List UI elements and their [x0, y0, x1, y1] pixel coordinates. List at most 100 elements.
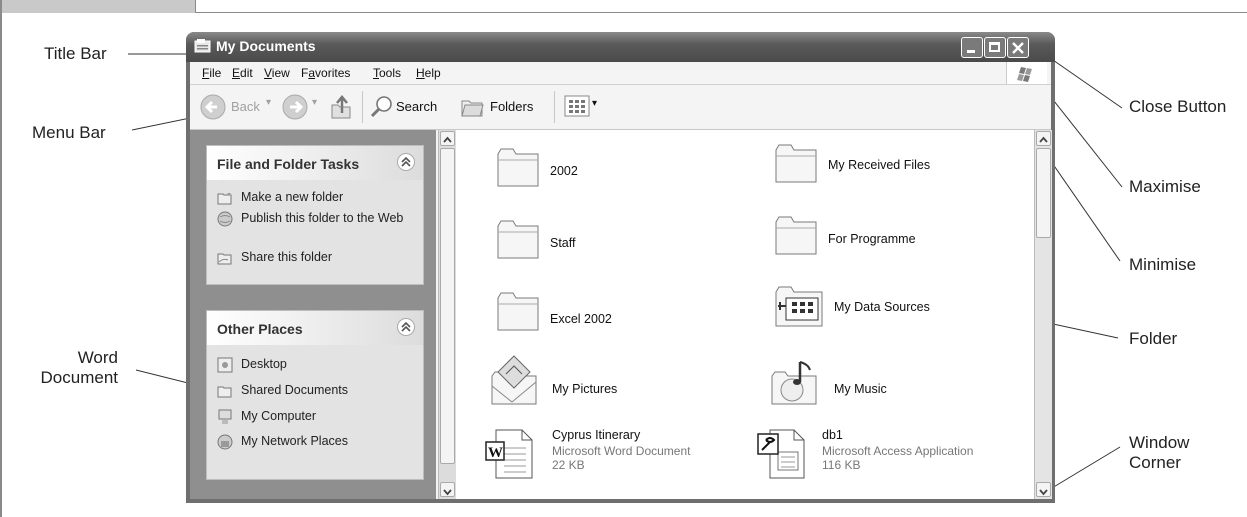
file-item-folder[interactable]: Staff: [494, 216, 694, 266]
folders-button[interactable]: Folders: [460, 93, 550, 121]
callout-window-corner-line1: Window: [1129, 433, 1190, 452]
task-share-folder-label: Share this folder: [241, 250, 333, 264]
place-shared-documents-label: Shared Documents: [241, 383, 349, 397]
file-list: 2002 My Received Files Staff For Program…: [456, 130, 1034, 499]
menu-tools-label: ools: [379, 66, 402, 80]
network-icon: [217, 434, 233, 450]
menu-tools[interactable]: Tools: [373, 66, 401, 80]
chevron-down-icon: [443, 489, 452, 496]
word-document-icon: W: [485, 429, 533, 479]
file-item-folder[interactable]: My Received Files: [772, 140, 1012, 190]
menu-favorites-label: vorites: [315, 66, 351, 80]
folder-icon: [775, 216, 817, 255]
windows-logo: [1006, 62, 1047, 84]
folder-window-icon: [194, 39, 211, 53]
file-list-scroll-up[interactable]: [1036, 131, 1051, 146]
menu-edit[interactable]: Edit: [232, 66, 253, 80]
callout-title-bar: Title Bar: [44, 44, 107, 63]
menu-help-label: elp: [424, 66, 441, 80]
menu-help[interactable]: Help: [416, 66, 441, 80]
file-name: Excel 2002: [550, 312, 612, 326]
views-button[interactable]: ▾: [564, 95, 604, 119]
views-dropdown-icon: ▾: [592, 98, 598, 109]
collapse-other-places-button[interactable]: [397, 318, 415, 336]
title-bar[interactable]: My Documents: [186, 32, 1055, 62]
close-button[interactable]: [1007, 37, 1029, 58]
task-pane-scrollbar[interactable]: [438, 130, 456, 499]
file-item-access-database[interactable]: db1 Microsoft Access Application 116 KB: [756, 426, 1026, 486]
up-folder-icon[interactable]: [328, 93, 354, 121]
file-item-pictures[interactable]: My Pictures: [486, 352, 696, 412]
file-name: My Data Sources: [834, 300, 930, 314]
file-item-folder[interactable]: 2002: [494, 144, 694, 194]
menu-view-access-key: V: [264, 66, 272, 80]
other-places-header[interactable]: Other Places: [207, 311, 423, 345]
menu-view-label: iew: [271, 66, 290, 80]
callout-close-button: Close Button: [1129, 97, 1227, 116]
callout-word-document: Word Document: [38, 348, 118, 388]
desktop-icon: [217, 357, 233, 373]
file-type: Microsoft Access Application: [822, 444, 974, 458]
file-item-folder[interactable]: Excel 2002: [494, 288, 694, 338]
computer-icon: [218, 409, 232, 424]
file-folder-tasks-header[interactable]: File and Folder Tasks: [207, 146, 423, 180]
file-name: Cyprus Itinerary: [552, 428, 641, 442]
file-name: db1: [822, 428, 843, 442]
close-icon: [1012, 42, 1024, 54]
menu-file[interactable]: File: [202, 66, 221, 80]
folder-icon: [497, 220, 539, 259]
task-pane-scroll-thumb[interactable]: [440, 148, 455, 464]
search-label: Search: [396, 99, 438, 114]
task-make-new-folder-label: Make a new folder: [241, 190, 344, 204]
leader-window-corner: [1051, 446, 1121, 489]
file-item-word-document[interactable]: W Cyprus Itinerary Microsoft Word Docume…: [484, 426, 744, 486]
minimize-button[interactable]: [961, 37, 983, 58]
file-name: For Programme: [828, 232, 916, 246]
menu-bar: File Edit View Favorites Tools Help: [190, 62, 1051, 85]
back-button[interactable]: Back ▾: [200, 93, 280, 121]
file-item-folder[interactable]: For Programme: [772, 212, 1012, 262]
collapse-file-folder-tasks-button[interactable]: [397, 153, 415, 171]
menu-view[interactable]: View: [264, 66, 290, 80]
file-name: My Pictures: [552, 382, 618, 396]
file-name: 2002: [550, 164, 578, 178]
file-type: Microsoft Word Document: [552, 444, 691, 458]
window-client: File Edit View Favorites Tools Help Back…: [190, 62, 1052, 499]
forward-arrow-icon: [282, 94, 308, 120]
page-frame-left: [0, 0, 2, 517]
window-title: My Documents: [216, 38, 316, 54]
share-folder-icon: [217, 253, 232, 265]
file-folder-tasks-panel: File and Folder Tasks Make a new folder …: [206, 145, 424, 285]
file-list-scroll-down[interactable]: [1036, 482, 1051, 497]
chevron-up-icon: [401, 321, 411, 332]
file-folder-tasks-title: File and Folder Tasks: [217, 156, 360, 172]
task-pane-scroll-down[interactable]: [440, 482, 455, 497]
forward-button[interactable]: ▾: [282, 93, 322, 121]
explorer-window: My Documents File Edit View Favorites To…: [186, 32, 1055, 503]
new-folder-icon: [217, 191, 232, 205]
views-icon: [564, 95, 590, 117]
callout-folder: Folder: [1129, 329, 1178, 348]
callout-word-document-line1: Word: [77, 348, 118, 367]
folder-icon: [497, 148, 539, 187]
file-list-scrollbar[interactable]: [1034, 130, 1052, 499]
search-button[interactable]: Search: [370, 93, 456, 121]
task-pane-scroll-up[interactable]: [440, 131, 455, 146]
file-list-scroll-thumb[interactable]: [1036, 148, 1051, 238]
callout-menu-bar: Menu Bar: [32, 123, 106, 142]
forward-dropdown-icon: ▾: [312, 97, 318, 108]
file-size: 22 KB: [552, 458, 585, 472]
file-size: 116 KB: [822, 458, 861, 472]
menu-edit-label: dit: [240, 66, 253, 80]
maximize-button[interactable]: [984, 37, 1006, 58]
other-places-panel: Other Places Desktop Shared Documents My…: [206, 310, 424, 480]
globe-icon: [217, 211, 233, 227]
file-item-music[interactable]: My Music: [766, 352, 1006, 412]
back-arrow-icon: [200, 94, 226, 120]
page-corner-block: [0, 0, 196, 13]
task-pane: File and Folder Tasks Make a new folder …: [190, 130, 436, 499]
file-item-data-sources[interactable]: My Data Sources: [772, 284, 1012, 334]
menu-favorites[interactable]: Favorites: [301, 66, 350, 80]
file-name: My Music: [834, 382, 887, 396]
folders-icon: [461, 100, 484, 117]
